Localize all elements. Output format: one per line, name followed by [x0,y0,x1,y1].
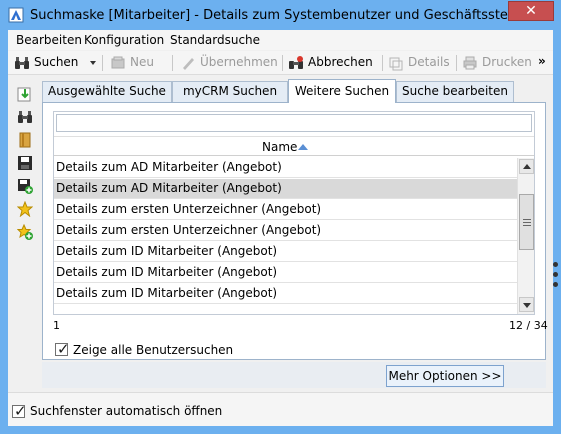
binoculars-icon [15,57,29,69]
save-new-icon[interactable] [17,178,33,194]
menu-standardsuche[interactable]: Standardsuche [170,33,260,47]
cancel-label: Abbrechen [308,55,373,69]
column-header-label: Name [262,140,298,154]
title-bar[interactable]: Suchmaske [Mitarbeiter] - Details zum Sy… [0,0,561,30]
search-tabs: Ausgewählte Suche myCRM Suchen Weitere S… [42,79,542,103]
pen-icon [183,58,194,70]
new-button[interactable]: Neu [108,53,168,73]
save-icon[interactable] [17,155,33,171]
filter-input[interactable] [56,114,532,132]
grip-line [523,222,531,223]
star-icon[interactable] [17,201,33,217]
grip-dot [553,262,558,267]
printer-icon [463,56,477,70]
chevron-down-icon[interactable] [90,61,96,65]
close-button[interactable]: ✕ [508,1,554,21]
new-label: Neu [130,55,154,69]
window-title: Suchmaske [Mitarbeiter] - Details zum Sy… [30,8,524,23]
cancel-binoculars-icon [289,56,303,69]
print-button[interactable]: Drucken [460,53,532,73]
grid-rows: Details zum AD Mitarbeiter (Angebot) Det… [54,158,517,314]
vertical-scrollbar[interactable] [517,158,534,314]
toolbar-separator [456,55,457,71]
record-position: 1 [53,319,60,332]
scroll-thumb[interactable] [519,194,534,250]
search-button[interactable]: Suchen [12,53,98,73]
auto-open-label: Suchfenster automatisch öffnen [30,404,223,418]
cancel-button[interactable]: Abbrechen [286,53,378,73]
tab-more-searches[interactable]: Weitere Suchen [288,79,396,103]
checkmark-icon: ✓ [14,402,27,420]
grip-line [523,219,531,220]
show-all-user-searches-checkbox[interactable]: ✓ [55,340,70,358]
menu-bearbeiten[interactable]: Bearbeiten [16,33,82,47]
column-header-name[interactable]: Name [54,136,534,156]
tab-edit-search[interactable]: Suche bearbeiten [396,81,514,102]
grip-line [523,225,531,226]
toolbar: Suchen Neu Übernehmen Abbrechen Details … [8,51,553,75]
scroll-down-button[interactable] [519,297,534,312]
footer-bar: ✓ Suchfenster automatisch öffnen [8,392,553,426]
chevron-up-icon [523,164,531,169]
binoculars-icon[interactable] [17,109,33,125]
menu-bar: Bearbeiten Konfiguration Standardsuche [8,30,553,50]
book-icon[interactable] [17,132,33,148]
table-row[interactable]: Details zum ID Mitarbeiter (Angebot) [54,263,517,283]
app-icon [8,7,24,23]
table-row[interactable]: Details zum ersten Unterzeichner (Angebo… [54,200,517,220]
splitter-grip-icon[interactable] [553,262,559,298]
grip-dot [553,272,558,277]
details-button[interactable]: Details [386,53,452,73]
side-icon-bar [8,76,38,376]
search-label: Suchen [34,55,79,69]
chevron-down-icon [523,303,531,308]
toolbar-overflow-icon[interactable]: » [538,54,546,68]
auto-open-checkbox[interactable]: ✓ [12,402,27,420]
print-label: Drucken [482,55,532,69]
table-row[interactable]: Details zum AD Mitarbeiter (Angebot) [54,158,517,178]
close-icon: ✕ [525,3,537,19]
show-all-user-searches-label: Zeige alle Benutzersuchen [73,343,234,357]
more-options-button[interactable]: Mehr Optionen >> [386,365,504,387]
details-label: Details [408,55,450,69]
table-row[interactable]: Details zum ersten Unterzeichner (Angebo… [54,221,517,241]
client-area: Bearbeiten Konfiguration Standardsuche S… [8,30,558,426]
import-arrow-icon[interactable] [17,86,33,102]
sort-ascending-icon [298,144,308,150]
toolbar-separator [282,55,283,71]
table-row[interactable]: Details zum ID Mitarbeiter (Angebot) [54,284,517,304]
toolbar-separator [102,55,103,71]
record-count: 12 / 34 [509,319,548,332]
toolbar-separator [382,55,383,71]
tab-mycrm-searches[interactable]: myCRM Suchen [172,81,288,102]
checkmark-icon: ✓ [57,340,70,358]
search-grid: Name Details zum AD Mitarbeiter (Angebot… [53,111,535,315]
menu-konfiguration[interactable]: Konfiguration [84,33,164,47]
details-icon [389,57,403,71]
new-record-icon [111,56,125,69]
apply-label: Übernehmen [200,55,278,69]
add-favorite-icon[interactable] [17,224,33,240]
search-mask-window: Suchmaske [Mitarbeiter] - Details zum Sy… [0,0,561,434]
scroll-up-button[interactable] [519,159,534,174]
table-row[interactable]: Details zum ID Mitarbeiter (Angebot) [54,242,517,262]
grip-dot [553,282,558,287]
tab-selected-search[interactable]: Ausgewählte Suche [42,81,172,102]
table-row[interactable]: Details zum AD Mitarbeiter (Angebot) [54,179,517,199]
toolbar-separator [172,55,173,71]
apply-button[interactable]: Übernehmen [178,53,278,73]
tab-panel-more-searches: Name Details zum AD Mitarbeiter (Angebot… [42,102,548,360]
